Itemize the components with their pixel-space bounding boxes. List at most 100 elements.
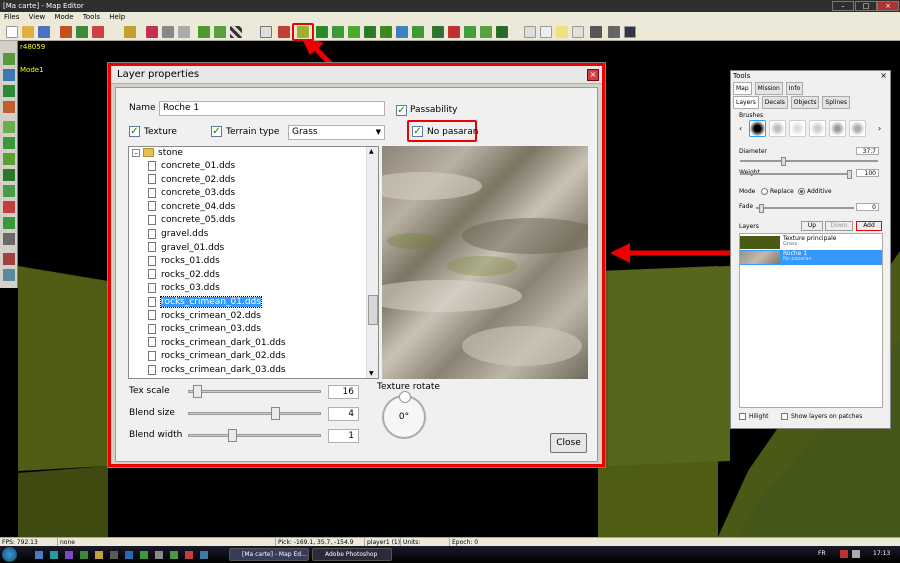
tool-icon[interactable] [3,269,15,281]
blend-width-value[interactable]: 1 [328,429,359,443]
tool-icon[interactable] [540,26,552,38]
tool-icon[interactable] [3,69,15,81]
tree-file-item[interactable]: rocks_crimean_dark_03.dds [148,364,286,377]
taskbar-item-photoshop[interactable]: Adobe Photoshop [312,548,392,561]
start-button[interactable] [2,547,17,562]
tool-icon[interactable] [3,101,15,113]
passability-checkbox[interactable]: ✓ [396,105,407,116]
tool-icon[interactable] [60,26,72,38]
tab-objects[interactable]: Objects [790,96,820,109]
tool-icon[interactable] [464,26,476,38]
tool-icon[interactable] [332,26,344,38]
additive-radio[interactable] [798,188,805,195]
diameter-value[interactable]: 37.7 [856,147,879,155]
quicklaunch-icon[interactable] [140,551,148,559]
fade-value[interactable]: 0 [856,203,879,211]
open-folder-icon[interactable] [22,26,34,38]
tool-icon[interactable] [3,185,15,197]
layer-up-button[interactable]: Up [801,221,823,231]
tex-scale-value[interactable]: 16 [328,385,359,399]
weight-value[interactable]: 100 [856,169,879,177]
show-layers-checkbox[interactable] [781,413,788,420]
terrain-type-select[interactable]: Grass ▼ [288,125,385,140]
tool-icon[interactable] [590,26,602,38]
blend-width-slider[interactable] [128,429,358,443]
add-layer-button[interactable]: Add [856,221,882,231]
layer-row-selected[interactable]: Roche 1 No pasaran [740,250,882,265]
menu-mode[interactable]: Mode [54,13,73,21]
texture-tree[interactable]: – stone concrete_01.dds concrete_02.dds con… [128,146,379,379]
quicklaunch-icon[interactable] [80,551,88,559]
tool-icon[interactable] [364,26,376,38]
fade-slider[interactable] [756,204,854,213]
quicklaunch-icon[interactable] [50,551,58,559]
tray-icon[interactable] [840,550,848,558]
scroll-down-icon[interactable]: ▼ [369,370,374,377]
close-button[interactable]: Close [550,433,587,453]
tool-icon[interactable] [124,26,136,38]
tool-icon[interactable] [76,26,88,38]
tab-map[interactable]: Map [733,82,752,95]
slider-thumb[interactable] [781,157,786,166]
layer-row[interactable]: Texture principale Grass [740,235,882,250]
taskbar-item-map-editor[interactable]: [Ma carte] - Map Ed... [229,548,309,561]
tool-icon[interactable] [3,121,15,133]
layer-properties-icon[interactable] [297,26,309,38]
name-input[interactable]: Roche 1 [159,101,385,116]
dialog-close-icon[interactable]: × [587,69,599,81]
settings-icon[interactable] [624,26,636,38]
slider-thumb[interactable] [228,429,237,442]
tool-icon[interactable] [3,153,15,165]
weight-slider[interactable] [740,170,852,179]
tools-titlebar[interactable]: Tools × [731,71,890,81]
blend-size-slider[interactable] [128,407,358,421]
hilight-checkbox[interactable] [739,413,746,420]
tool-icon[interactable] [3,85,15,97]
quicklaunch-icon[interactable] [200,551,208,559]
tool-icon[interactable] [146,26,158,38]
tree-file-item[interactable]: rocks_crimean_02.dds [148,310,261,323]
tool-icon[interactable] [448,26,460,38]
tree-file-item[interactable]: gravel.dds [148,228,208,241]
tools-close-icon[interactable]: × [880,71,887,81]
tree-file-item[interactable]: rocks_crimean_03.dds [148,323,261,336]
tool-icon[interactable] [396,26,408,38]
brush-option[interactable] [849,120,866,137]
tool-icon[interactable] [316,26,328,38]
tree-file-item[interactable]: rocks_03.dds [148,282,220,295]
tool-icon[interactable] [432,26,444,38]
no-pasaran-checkbox[interactable]: ✓ [412,126,423,137]
new-file-icon[interactable] [6,26,18,38]
slider-thumb[interactable] [759,204,764,213]
tree-file-item[interactable]: rocks_crimean_01.dds [148,296,262,309]
menu-help[interactable]: Help [109,13,125,21]
tool-icon[interactable] [3,217,15,229]
chevron-right-icon[interactable]: › [878,124,881,133]
brush-option[interactable] [829,120,846,137]
tree-file-item[interactable]: concrete_02.dds [148,174,235,187]
tool-icon[interactable] [608,26,620,38]
replace-radio[interactable] [761,188,768,195]
checker-icon[interactable] [230,26,242,38]
quicklaunch-icon[interactable] [35,551,43,559]
tool-icon[interactable] [3,137,15,149]
tool-icon[interactable] [3,201,15,213]
tab-layers[interactable]: Layers [733,96,759,109]
brush-option[interactable] [809,120,826,137]
quicklaunch-icon[interactable] [110,551,118,559]
language-indicator[interactable]: FR [818,550,826,557]
tool-icon[interactable] [162,26,174,38]
tray-icon[interactable] [852,550,860,558]
maximize-button[interactable]: □ [855,1,877,11]
tool-icon[interactable] [3,53,15,65]
cursor-icon[interactable] [260,26,272,38]
tool-icon[interactable] [3,169,15,181]
menu-view[interactable]: View [29,13,46,21]
quicklaunch-icon[interactable] [170,551,178,559]
tex-scale-slider[interactable] [128,385,358,399]
tab-splines[interactable]: Splines [822,96,850,109]
menu-files[interactable]: Files [4,13,19,21]
save-icon[interactable] [38,26,50,38]
tool-icon[interactable] [178,26,190,38]
diameter-slider[interactable] [740,157,878,166]
